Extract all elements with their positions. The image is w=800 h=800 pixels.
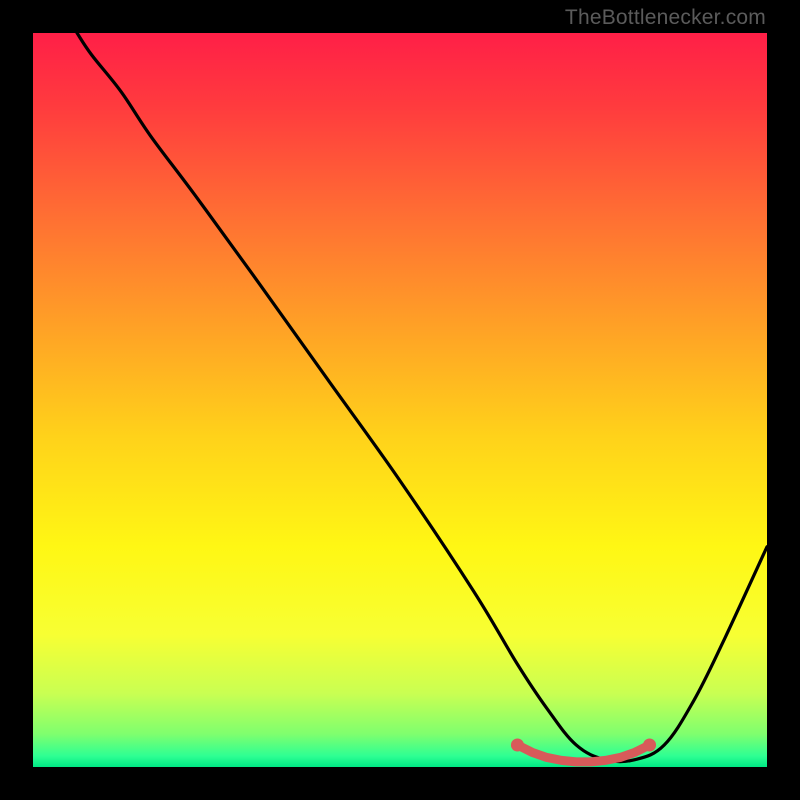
chart-svg: [33, 33, 767, 767]
highlight-end-dot: [511, 738, 524, 751]
chart-background: [33, 33, 767, 767]
chart-frame: [33, 33, 767, 767]
watermark-text: TheBottlenecker.com: [565, 6, 766, 30]
highlight-end-dot: [643, 738, 656, 751]
